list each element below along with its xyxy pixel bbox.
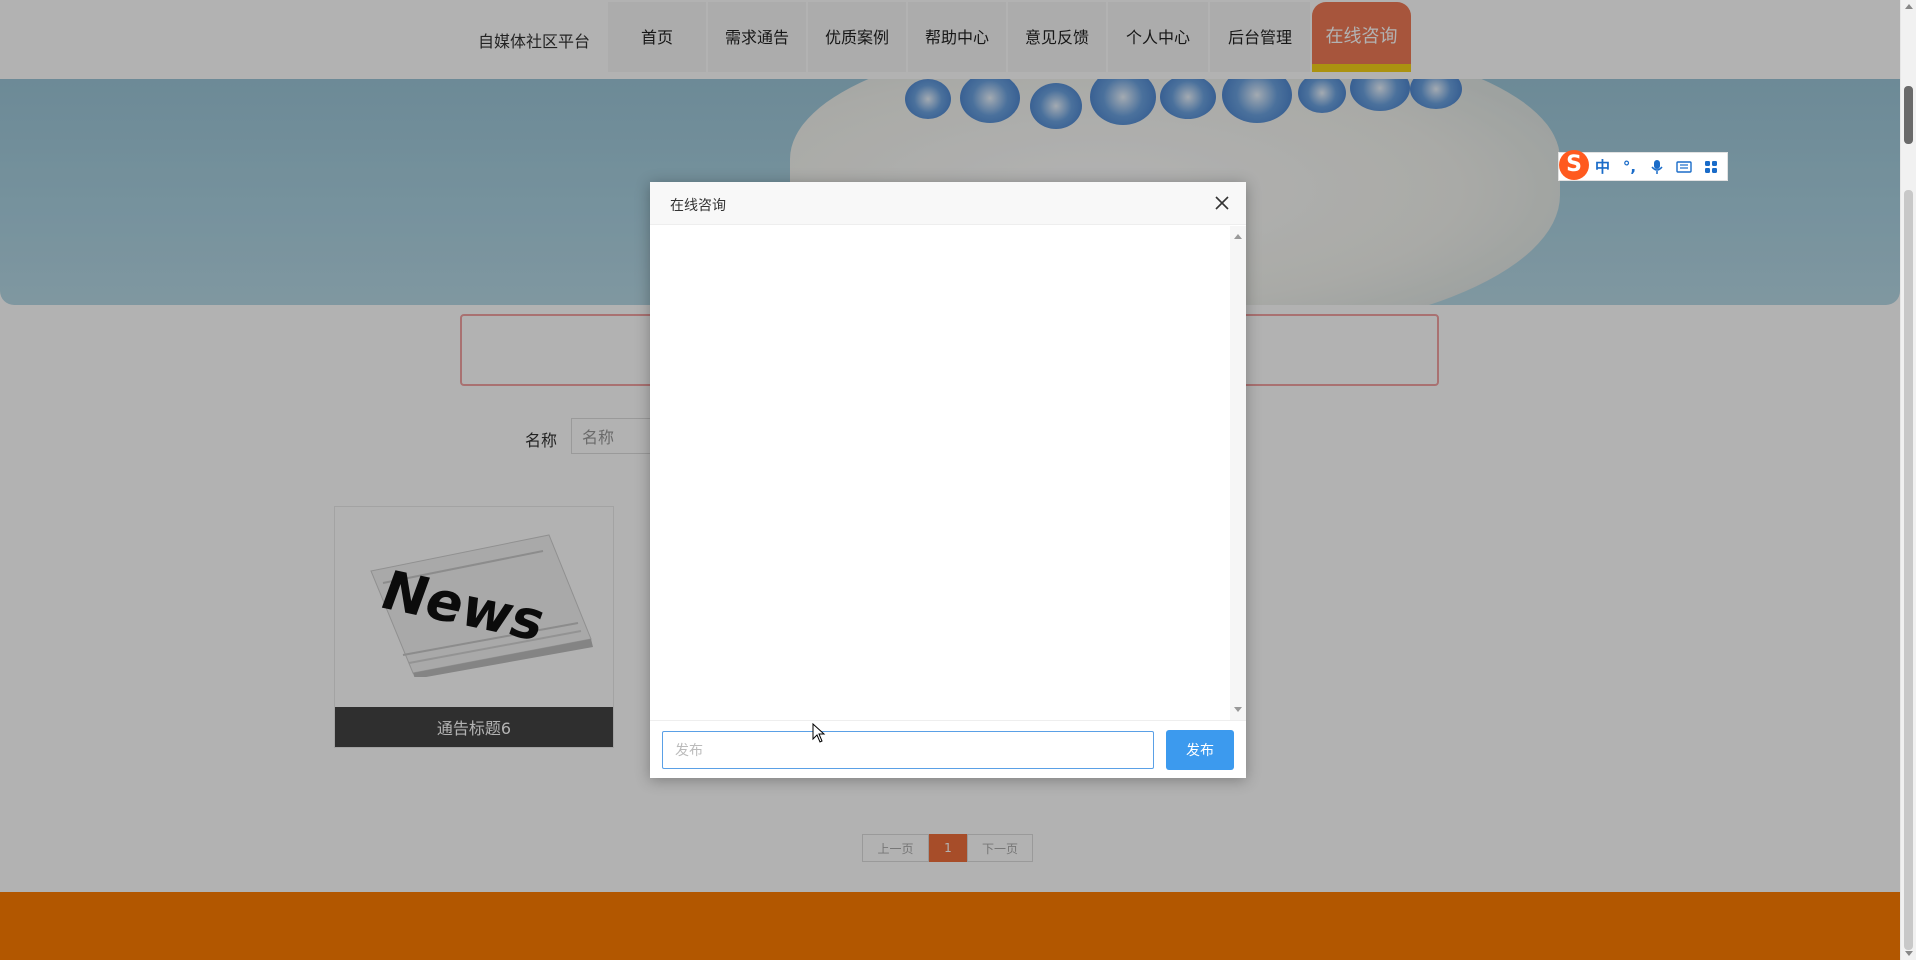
grid-icon[interactable] bbox=[1697, 153, 1724, 180]
ime-chinese-mode[interactable]: 中 bbox=[1589, 153, 1616, 180]
ime-toolbar: S 中 °, bbox=[1558, 149, 1728, 181]
modal-footer: 发布 发布 bbox=[650, 720, 1246, 778]
message-input[interactable]: 发布 bbox=[662, 731, 1154, 769]
page-scroll-down-icon[interactable] bbox=[1905, 951, 1913, 956]
close-icon[interactable] bbox=[1212, 193, 1232, 213]
send-button[interactable]: 发布 bbox=[1166, 730, 1234, 770]
page-scrollbar-thumb[interactable] bbox=[1904, 86, 1913, 144]
chat-scrollbar[interactable] bbox=[1230, 226, 1246, 720]
page-scroll-up-icon[interactable] bbox=[1905, 4, 1913, 9]
sogou-logo-icon[interactable]: S bbox=[1559, 149, 1589, 180]
modal-header: 在线咨询 bbox=[650, 182, 1246, 225]
modal-title: 在线咨询 bbox=[670, 198, 726, 214]
keyboard-icon[interactable] bbox=[1670, 153, 1697, 180]
ime-punctuation-mode[interactable]: °, bbox=[1616, 153, 1643, 180]
mic-icon[interactable] bbox=[1643, 153, 1670, 180]
chat-message-area[interactable] bbox=[650, 226, 1230, 720]
scroll-up-arrow-icon[interactable] bbox=[1234, 234, 1242, 239]
mouse-cursor-icon bbox=[812, 723, 826, 743]
online-consult-modal: 在线咨询 发布 发布 bbox=[650, 182, 1246, 778]
scroll-down-arrow-icon[interactable] bbox=[1234, 707, 1242, 712]
page: 自媒体社区平台 首页 需求通告 优质案例 帮助中心 意见反馈 个人中心 后台管理… bbox=[0, 0, 1900, 960]
page-scrollbar-track[interactable] bbox=[1904, 190, 1913, 950]
page-scrollbar[interactable] bbox=[1900, 0, 1916, 960]
